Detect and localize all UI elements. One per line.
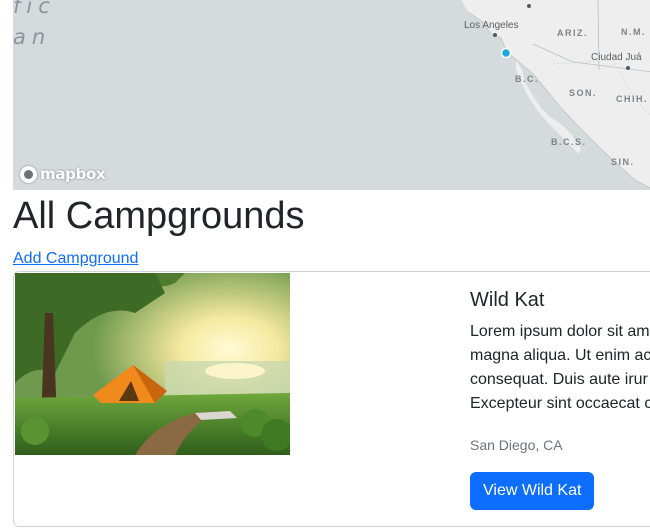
ocean-label: an [13, 25, 52, 49]
description-line: Excepteur sint occaecat c [470, 395, 650, 412]
region-label-bcs: B.C.S. [551, 137, 587, 147]
page-title: All Campgrounds [13, 195, 305, 237]
region-label-chih: CHIH. [616, 94, 648, 104]
region-label-ariz: ARIZ. [557, 28, 588, 38]
description-line: magna aliqua. Ut enim ac [470, 347, 650, 364]
city-label-los-angeles: Los Angeles [464, 20, 519, 31]
description-line: Lorem ipsum dolor sit am [470, 323, 650, 340]
campground-card: Wild Kat Lorem ipsum dolor sit am magna … [13, 271, 650, 527]
campground-location: San Diego, CA [470, 437, 563, 453]
mapbox-logo-text: mapbox [40, 165, 106, 183]
cluster-map[interactable]: fic an Los Angeles Ciudad Juá ARIZ. N.M.… [13, 0, 650, 190]
city-label-ciudad-juarez: Ciudad Juá [591, 52, 642, 63]
region-label-bc: B.C. [515, 74, 539, 84]
region-label-son: SON. [569, 88, 598, 98]
view-campground-button[interactable]: View Wild Kat [470, 472, 595, 510]
ocean-label: fic [13, 0, 56, 18]
map-terrain [461, 0, 650, 189]
region-label-sin: SIN. [611, 157, 635, 167]
region-label-nm: N.M. [621, 27, 646, 37]
mapbox-logo-icon [20, 165, 37, 183]
campground-title: Wild Kat [470, 289, 545, 311]
campground-description: Lorem ipsum dolor sit am magna aliqua. U… [470, 320, 650, 416]
campground-image [15, 273, 290, 455]
mapbox-logo[interactable]: mapbox [20, 163, 106, 185]
add-campground-link[interactable]: Add Campground [13, 250, 138, 268]
description-line: consequat. Duis aute irur [470, 371, 648, 388]
